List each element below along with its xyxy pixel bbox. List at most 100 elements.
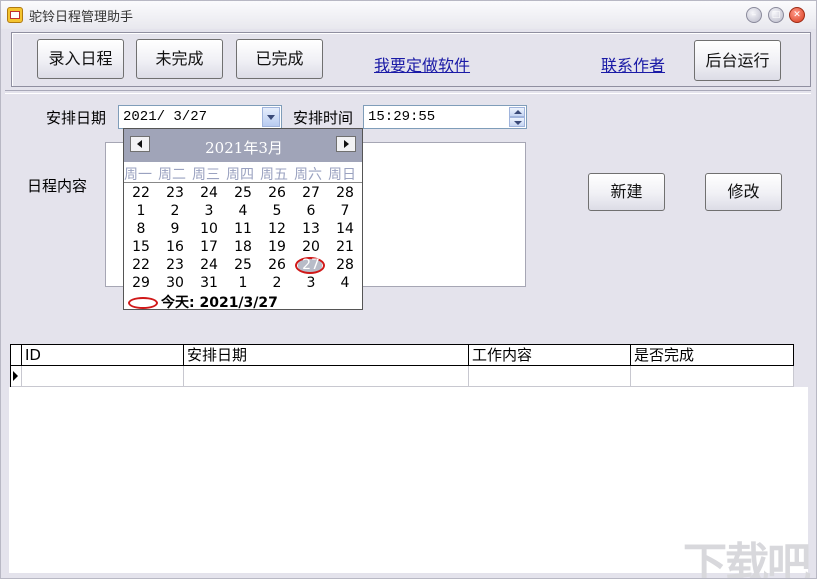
calendar-day[interactable]: 4 <box>333 275 357 292</box>
calendar-day[interactable]: 1 <box>231 275 255 292</box>
calendar-day[interactable]: 25 <box>231 185 255 202</box>
calendar-day[interactable]: 2 <box>265 275 289 292</box>
calendar-day[interactable]: 2 <box>163 203 187 220</box>
calendar-day[interactable]: 12 <box>265 221 289 238</box>
app-window: 驼铃日程管理助手 – □ ✕ 录入日程 未完成 已完成 我要定做软件 联系作者 … <box>0 0 817 579</box>
table-cell[interactable] <box>631 366 794 386</box>
not-done-button[interactable]: 未完成 <box>136 39 223 79</box>
calendar-day[interactable]: 9 <box>163 221 187 238</box>
calendar-day[interactable]: 28 <box>333 257 357 274</box>
calendar-day[interactable]: 28 <box>333 185 357 202</box>
table-header: ID 安排日期 工作内容 是否完成 <box>10 344 794 366</box>
weekday-label: 周四 <box>226 164 254 184</box>
row-selector-header <box>10 345 22 365</box>
contact-author-link[interactable]: 联系作者 <box>601 52 665 76</box>
calendar-day[interactable]: 26 <box>265 257 289 274</box>
calendar-day[interactable]: 31 <box>197 275 221 292</box>
calendar-day[interactable]: 29 <box>129 275 153 292</box>
calendar-day[interactable]: 1 <box>129 203 153 220</box>
title-bar: 驼铃日程管理助手 – □ ✕ <box>1 1 816 29</box>
time-value: 15:29:55 <box>368 109 435 125</box>
calendar-day[interactable]: 19 <box>265 239 289 256</box>
column-header-id[interactable]: ID <box>22 345 184 365</box>
calendar-day[interactable]: 6 <box>299 203 323 220</box>
calendar-day[interactable]: 27 <box>299 257 323 274</box>
calendar-day[interactable]: 17 <box>197 239 221 256</box>
maximize-button[interactable]: □ <box>768 7 784 23</box>
calendar-day[interactable]: 3 <box>299 275 323 292</box>
prev-month-icon[interactable] <box>130 136 150 152</box>
calendar-header: 2021年3月 <box>124 129 362 162</box>
spin-down-icon[interactable] <box>509 117 525 127</box>
calendar-day[interactable]: 16 <box>163 239 187 256</box>
dropdown-arrow-icon[interactable] <box>262 107 280 127</box>
table-cell[interactable] <box>22 366 184 386</box>
calendar-day[interactable]: 20 <box>299 239 323 256</box>
calendar-day[interactable]: 3 <box>197 203 221 220</box>
background-run-button[interactable]: 后台运行 <box>694 40 781 81</box>
calendar-day[interactable]: 15 <box>129 239 153 256</box>
weekday-label: 周一 <box>124 164 152 184</box>
calendar-day[interactable]: 11 <box>231 221 255 238</box>
column-header-done[interactable]: 是否完成 <box>631 345 794 365</box>
calendar-dropdown: 2021年3月 周一周二周三周四周五周六周日 22232425262728123… <box>123 128 363 310</box>
table-cell[interactable] <box>469 366 631 386</box>
calendar-day[interactable]: 7 <box>333 203 357 220</box>
edit-button[interactable]: 修改 <box>705 173 782 211</box>
new-button[interactable]: 新建 <box>588 173 665 211</box>
calendar-day[interactable]: 14 <box>333 221 357 238</box>
time-label: 安排时间 <box>293 107 353 128</box>
column-header-date[interactable]: 安排日期 <box>184 345 469 365</box>
close-icon: ✕ <box>790 8 804 22</box>
enter-schedule-button[interactable]: 录入日程 <box>37 39 124 79</box>
table-row[interactable] <box>10 366 794 387</box>
row-pointer-icon <box>13 371 18 381</box>
calendar-day[interactable]: 22 <box>129 257 153 274</box>
calendar-day[interactable]: 18 <box>231 239 255 256</box>
table-cell[interactable] <box>184 366 469 386</box>
row-selector[interactable] <box>10 366 22 386</box>
calendar-day[interactable]: 24 <box>197 257 221 274</box>
weekday-label: 周五 <box>260 164 288 184</box>
spin-up-icon[interactable] <box>509 107 525 117</box>
calendar-app-icon <box>7 7 23 23</box>
calendar-day[interactable]: 23 <box>163 185 187 202</box>
calendar-day[interactable]: 21 <box>333 239 357 256</box>
calendar-day[interactable]: 10 <box>197 221 221 238</box>
weekday-label: 周六 <box>294 164 322 184</box>
custom-software-link[interactable]: 我要定做软件 <box>374 52 470 76</box>
weekday-label: 周日 <box>328 164 356 184</box>
date-value: 2021/ 3/27 <box>123 109 207 125</box>
close-button[interactable]: ✕ <box>789 7 805 23</box>
time-picker[interactable]: 15:29:55 <box>363 105 527 129</box>
today-circle-small-icon <box>128 297 158 309</box>
weekday-label: 周二 <box>158 164 186 184</box>
weekday-label: 周三 <box>192 164 220 184</box>
calendar-month-title: 2021年3月 <box>154 137 334 158</box>
schedule-table: ID 安排日期 工作内容 是否完成 <box>10 344 794 387</box>
next-month-icon[interactable] <box>336 136 356 152</box>
calendar-day[interactable]: 23 <box>163 257 187 274</box>
today-text: 今天: 2021/3/27 <box>161 295 278 311</box>
calendar-day[interactable]: 24 <box>197 185 221 202</box>
calendar-day[interactable]: 4 <box>231 203 255 220</box>
divider <box>5 90 811 94</box>
done-button[interactable]: 已完成 <box>236 39 323 79</box>
calendar-day[interactable]: 22 <box>129 185 153 202</box>
time-spinner[interactable] <box>509 107 525 127</box>
calendar-day[interactable]: 5 <box>265 203 289 220</box>
watermark: 下载吧 <box>683 528 809 579</box>
calendar-day[interactable]: 26 <box>265 185 289 202</box>
window-title: 驼铃日程管理助手 <box>29 6 133 25</box>
maximize-icon: □ <box>769 8 783 22</box>
column-header-content[interactable]: 工作内容 <box>469 345 631 365</box>
calendar-day[interactable]: 30 <box>163 275 187 292</box>
calendar-day[interactable]: 25 <box>231 257 255 274</box>
calendar-day[interactable]: 8 <box>129 221 153 238</box>
minimize-button[interactable]: – <box>746 7 762 23</box>
calendar-day[interactable]: 13 <box>299 221 323 238</box>
calendar-day[interactable]: 27 <box>299 185 323 202</box>
weekday-header: 周一周二周三周四周五周六周日 <box>124 164 362 183</box>
date-picker[interactable]: 2021/ 3/27 <box>118 105 282 129</box>
today-link[interactable]: 今天: 2021/3/27 <box>128 292 278 312</box>
